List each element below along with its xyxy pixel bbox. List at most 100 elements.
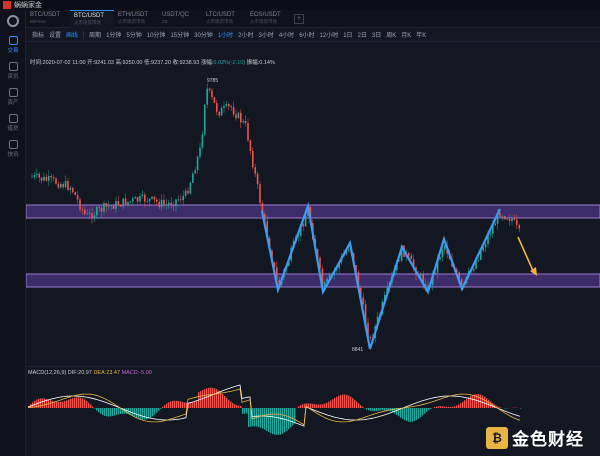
macd-bar	[366, 408, 368, 410]
candle-body	[120, 205, 122, 207]
sidebar-item-loan[interactable]: 借贷	[0, 110, 26, 136]
macd-bar	[372, 408, 374, 412]
candle-body	[220, 107, 223, 116]
candle-body	[230, 106, 232, 108]
tab-btc-bitfinex[interactable]: BTC/USDT BitFinex	[26, 10, 70, 28]
interval-3h[interactable]: 3小时	[259, 30, 274, 39]
tab-exchange: 火币现货市场	[74, 20, 101, 25]
macd-bar	[386, 408, 388, 411]
macd-bar	[254, 408, 256, 427]
macd-dif: DIF:20.97	[67, 370, 92, 376]
interval-2d[interactable]: 2日	[358, 30, 367, 39]
tab-ltc-huobi[interactable]: LTC/USDT 火币现货市场	[202, 10, 246, 28]
interval-1d[interactable]: 1日	[343, 30, 352, 39]
macd-bar	[174, 400, 176, 408]
macd-bar	[370, 408, 372, 411]
indicator-button[interactable]: 指标	[32, 30, 44, 39]
interval-4h[interactable]: 4小时	[279, 30, 294, 39]
macd-bar	[110, 408, 112, 417]
candle-body	[211, 90, 213, 98]
macd-bar	[194, 401, 196, 408]
add-tab-button[interactable]: +	[294, 14, 304, 24]
macd-bar	[144, 408, 146, 420]
interval-30m[interactable]: 30分钟	[194, 30, 213, 39]
candle-body	[151, 196, 153, 199]
candle-body	[62, 184, 64, 188]
info-low: 低:9237.20	[143, 60, 171, 66]
macd-bar	[222, 393, 224, 408]
candle-body	[158, 201, 160, 208]
candle-body	[134, 196, 136, 199]
sidebar-item-assets[interactable]: 资产	[0, 84, 26, 110]
macd-bar	[242, 408, 244, 414]
draw-button[interactable]: 画线	[66, 30, 78, 39]
candle-body	[55, 178, 57, 184]
interval-5m[interactable]: 5分钟	[126, 30, 141, 39]
macd-bar	[458, 404, 460, 408]
candle-body	[501, 216, 504, 218]
interval-3d[interactable]: 3日	[372, 30, 381, 39]
macd-bar	[106, 408, 108, 417]
macd-bar	[104, 408, 106, 416]
macd-bar	[154, 408, 156, 415]
interval-2h[interactable]: 2小时	[238, 30, 253, 39]
pane-divider[interactable]	[26, 366, 600, 367]
candle-body	[163, 199, 165, 205]
interval-6h[interactable]: 6小时	[299, 30, 314, 39]
macd-bar	[310, 403, 312, 408]
macd-bar	[282, 408, 284, 434]
macd-bar	[464, 400, 466, 408]
low-price-label: 8841	[352, 347, 364, 353]
macd-bar	[466, 398, 468, 408]
market-tabs: BTC/USDT BitFinex BTC/USDT 火币现货市场 ETH/US…	[26, 10, 600, 28]
interval-month[interactable]: 月K	[401, 30, 411, 39]
tab-usdt-zb[interactable]: USDT/QC ZB	[158, 10, 202, 28]
macd-bar	[490, 401, 492, 408]
macd-bar	[452, 406, 454, 408]
candle-body	[194, 170, 196, 174]
interval-1h[interactable]: 1小时	[218, 30, 233, 39]
macd-bar	[472, 395, 474, 408]
sidebar-logo-icon	[0, 10, 26, 32]
sidebar-item-trade[interactable]: 交易	[0, 32, 26, 58]
macd-bar	[456, 405, 458, 408]
settings-button[interactable]: 设置	[49, 30, 61, 39]
interval-10m[interactable]: 10分钟	[147, 30, 166, 39]
interval-15m[interactable]: 15分钟	[170, 30, 189, 39]
macd-bar	[482, 395, 484, 408]
sidebar-item-news[interactable]: 资讯	[0, 58, 26, 84]
interval-12h[interactable]: 12小时	[320, 30, 339, 39]
macd-bar	[324, 403, 326, 408]
candlestick-chart[interactable]: 9785 8841	[26, 67, 600, 367]
resistance-zone	[26, 204, 600, 219]
macd-bar	[60, 401, 62, 408]
tab-eth-huobi[interactable]: ETH/USDT 火币现货市场	[114, 10, 158, 28]
candle-body	[36, 173, 38, 175]
macd-bar	[338, 395, 340, 408]
macd-bar	[434, 407, 436, 408]
interval-1m[interactable]: 1分钟	[106, 30, 121, 39]
macd-bar	[52, 400, 54, 408]
interval-year[interactable]: 年K	[416, 30, 426, 39]
interval-week[interactable]: 周K	[386, 30, 396, 39]
macd-bar	[462, 401, 464, 408]
candle-body	[247, 123, 249, 141]
candle-body	[139, 195, 141, 202]
candle-body	[208, 88, 211, 91]
candle-body	[132, 198, 134, 202]
candle-body	[69, 187, 72, 190]
candle-body	[79, 199, 81, 210]
macd-bar	[342, 394, 344, 408]
sidebar-item-label: 借贷	[7, 126, 19, 132]
macd-bar	[192, 402, 194, 408]
candle-body	[177, 199, 180, 201]
tab-btc-huobi[interactable]: BTC/USDT 火币现货市场	[70, 10, 114, 28]
tab-exchange: 火币现货市场	[250, 19, 277, 24]
candle-body	[489, 233, 492, 235]
macd-bar	[164, 405, 166, 408]
tab-eos-huobi[interactable]: EOS/USDT 火币现货市场	[246, 10, 290, 28]
macd-bar	[170, 401, 172, 408]
ohlc-info: 时间:2020-07-02 11:00 开:9241.03 高:9250.00 …	[26, 58, 600, 67]
sidebar-item-flash[interactable]: 快讯	[0, 136, 26, 162]
candle-body	[235, 114, 237, 119]
